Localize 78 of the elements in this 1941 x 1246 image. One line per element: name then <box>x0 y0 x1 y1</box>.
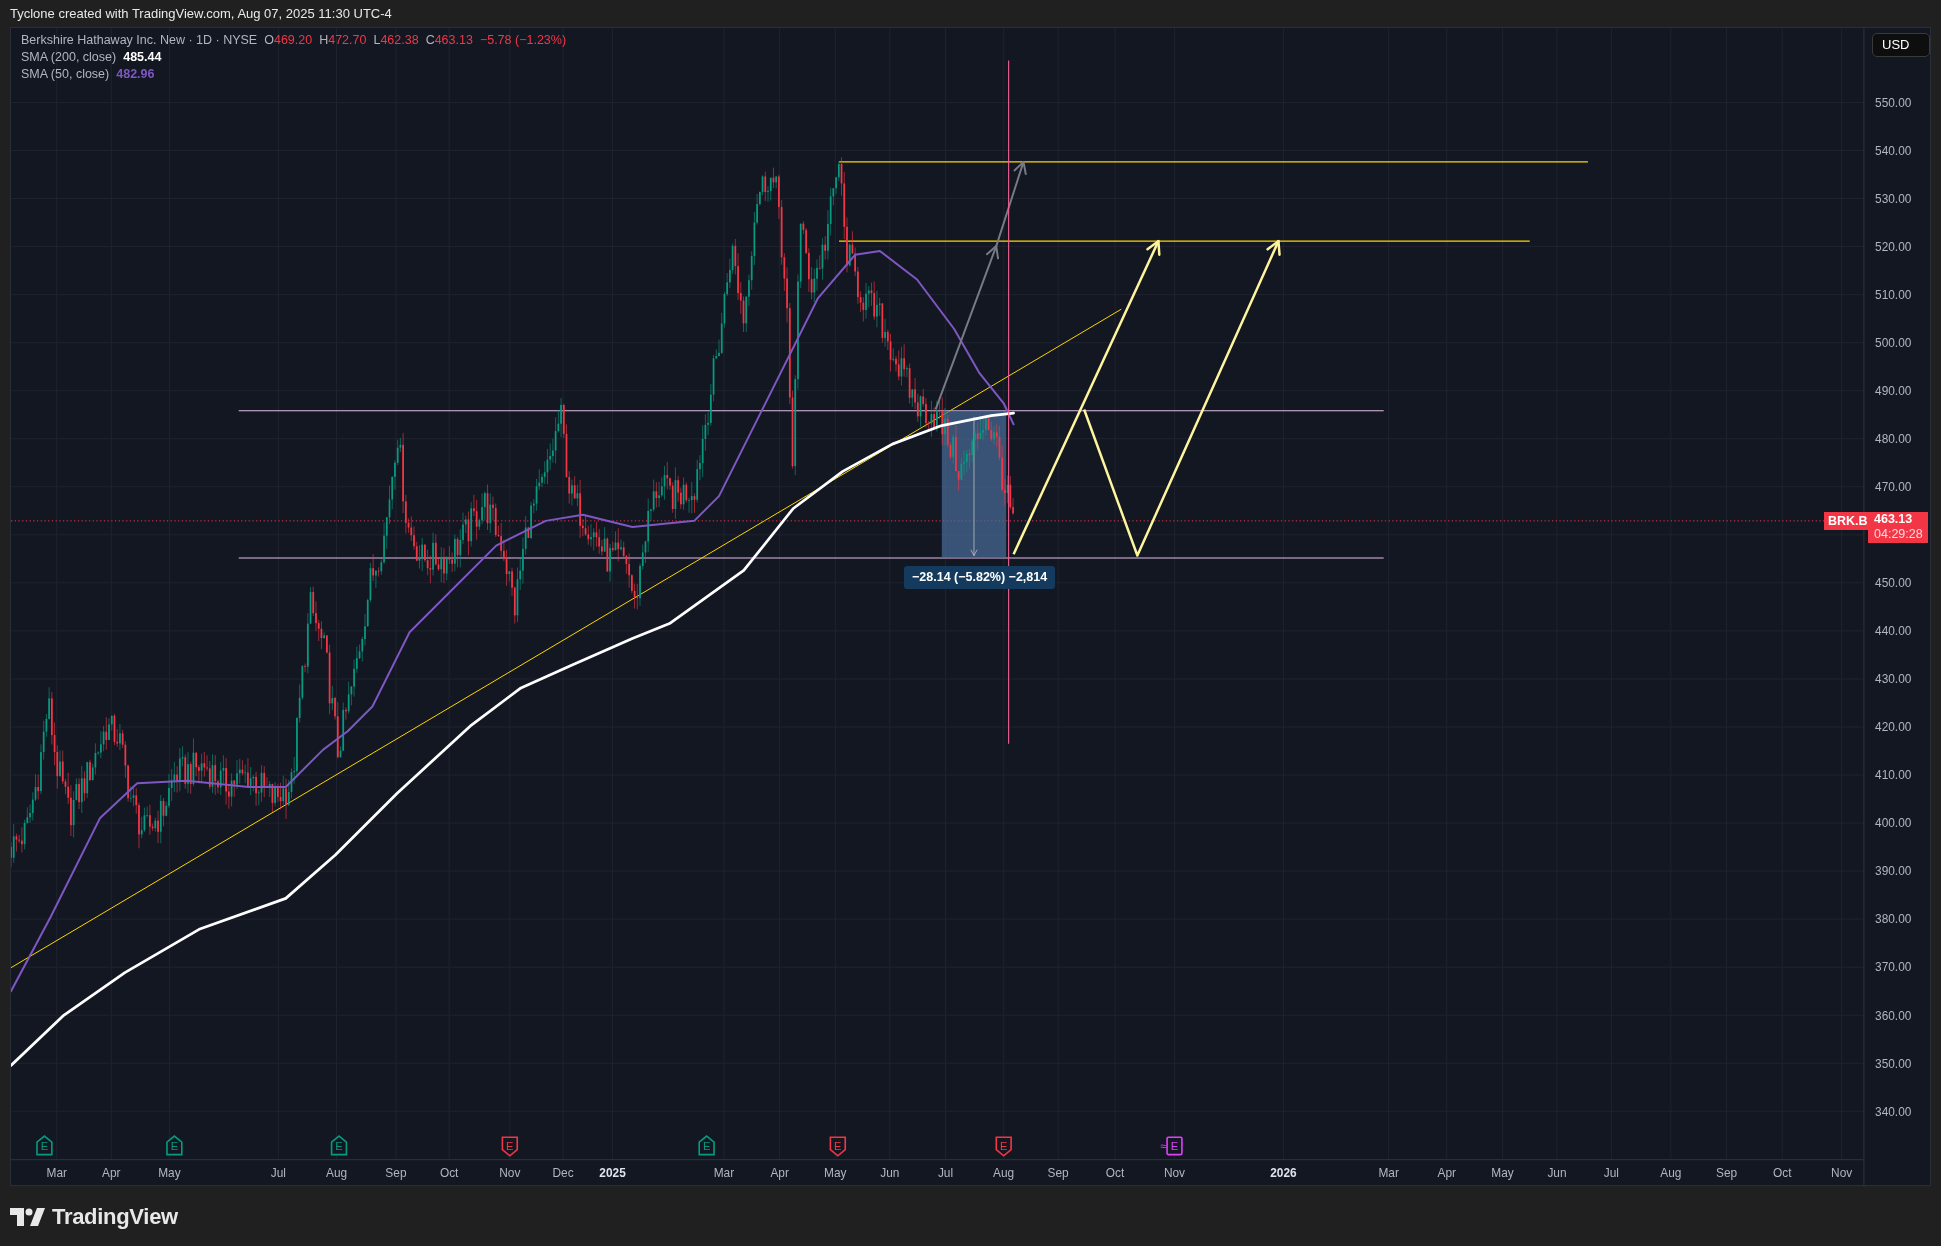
time-axis-label: Aug <box>1660 1165 1682 1180</box>
time-axis-label: Nov <box>499 1165 521 1180</box>
time-axis-label: Sep <box>385 1165 407 1180</box>
time-axis-label: Mar <box>1378 1165 1399 1180</box>
ohlc-key: C <box>425 32 435 48</box>
earnings-marker[interactable]: E <box>166 1134 183 1156</box>
ohlc-value: 469.20 <box>273 32 313 48</box>
time-axis-label: Jun <box>1547 1165 1567 1180</box>
attribution-text: Tyclone created with TradingView.com, Aug 07, 2025 11:30 UTC-4 <box>10 4 392 23</box>
time-axis-label: May <box>1491 1165 1514 1180</box>
price-axis-label: 540.00 <box>1875 143 1912 158</box>
time-axis-label: Jun <box>880 1165 900 1180</box>
time-axis-label: Mar <box>46 1165 67 1180</box>
time-axis-label: Apr <box>1437 1165 1457 1180</box>
brand-name: TradingView <box>52 1203 178 1231</box>
earnings-marker[interactable]: E <box>330 1134 348 1156</box>
price-text: 463.13 <box>1874 512 1914 527</box>
time-axis-label: Aug <box>993 1165 1015 1180</box>
earnings-marker[interactable]: E <box>995 1136 1012 1157</box>
currency-button[interactable]: USD <box>1872 33 1930 57</box>
time-axis-label: Oct <box>1773 1165 1792 1180</box>
time-axis-label: Apr <box>770 1165 789 1180</box>
ohlc-value: 463.13 <box>434 32 473 48</box>
ohlc-key: O <box>264 32 274 48</box>
time-axis-label: Aug <box>325 1165 348 1180</box>
price-change: −5.78 (−1.23%) <box>479 32 567 48</box>
countdown-text: 04:29:28 <box>1874 527 1924 542</box>
time-axis-label: 2025 <box>599 1165 626 1180</box>
indicator-label: SMA (200, close) <box>21 49 117 65</box>
price-axis-label: 410.00 <box>1875 768 1912 783</box>
price-axis-label: 530.00 <box>1875 191 1912 206</box>
price-axis-label: 400.00 <box>1875 816 1912 831</box>
earnings-marker[interactable]: E <box>36 1134 53 1156</box>
price-axis-label: 520.00 <box>1875 239 1912 254</box>
price-axis-label: 510.00 <box>1875 288 1912 302</box>
time-axis-label: Mar <box>713 1165 735 1180</box>
time-axis-label: Jul <box>937 1165 954 1180</box>
price-axis-label: 450.00 <box>1875 576 1912 591</box>
time-axis-label: May <box>824 1165 847 1180</box>
ohlc-value: 472.70 <box>328 32 367 48</box>
price-axis-label: 350.00 <box>1875 1056 1912 1071</box>
price-axis-label: 370.00 <box>1875 960 1912 975</box>
price-axis-label: 490.00 <box>1875 384 1912 399</box>
earnings-marker[interactable]: E <box>829 1136 847 1157</box>
earnings-marker[interactable]: E <box>501 1136 519 1157</box>
price-axis-label: 430.00 <box>1875 672 1912 687</box>
price-axis-label: 440.00 <box>1875 624 1912 639</box>
indicator-value: 485.44 <box>123 49 162 65</box>
price-axis-label: 380.00 <box>1875 912 1912 927</box>
price-axis-label: 500.00 <box>1875 336 1912 350</box>
price-axis-label: 420.00 <box>1875 720 1912 735</box>
time-axis-label: May <box>158 1165 181 1180</box>
indicator-value: 482.96 <box>116 66 155 82</box>
time-axis-label: Sep <box>1715 1165 1738 1180</box>
time-axis-label: Nov <box>1163 1165 1186 1180</box>
time-axis-label: Nov <box>1831 1165 1853 1180</box>
time-axis-label: Jul <box>270 1165 286 1180</box>
time-axis-label: Oct <box>439 1165 459 1180</box>
ohlc-value: 462.38 <box>380 32 419 48</box>
price-axis-label: 360.00 <box>1875 1008 1912 1023</box>
price-axis-label: 340.00 <box>1875 1104 1912 1119</box>
time-axis-label: Oct <box>1105 1165 1125 1180</box>
logo-icon <box>10 1207 46 1226</box>
time-axis-label: Dec <box>552 1165 574 1180</box>
ohlc-key: H <box>319 32 329 48</box>
indicator-label: SMA (50, close) <box>21 66 110 82</box>
measurement-label: −28.14 (−5.82%) −2,814 <box>904 566 1056 589</box>
time-axis-label: Jul <box>1603 1165 1619 1180</box>
time-axis-label: Apr <box>102 1165 121 1180</box>
time-axis-label: 2026 <box>1270 1165 1297 1180</box>
earnings-marker[interactable]: E <box>698 1134 715 1156</box>
price-axis-label: 480.00 <box>1875 432 1912 447</box>
symbol-title: Berkshire Hathaway Inc. New · 1D · NYSE <box>21 32 258 48</box>
time-axis-label: Sep <box>1047 1165 1069 1180</box>
price-axis-label: 470.00 <box>1875 480 1912 495</box>
price-axis-label: 390.00 <box>1875 864 1912 879</box>
price-axis-label: 550.00 <box>1875 95 1912 110</box>
ohlc-key: L <box>373 32 381 48</box>
